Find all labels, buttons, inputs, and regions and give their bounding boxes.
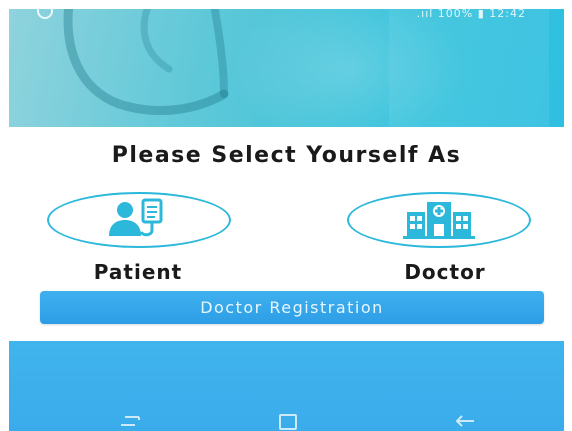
header-image: .ııl 100% ▮ 12:42 xyxy=(9,9,564,127)
patient-label[interactable]: Patient xyxy=(44,260,232,284)
page-title: Please Select Yourself As xyxy=(111,143,462,168)
sync-icon xyxy=(37,9,53,19)
home-icon[interactable] xyxy=(279,414,297,430)
patient-option[interactable] xyxy=(47,192,235,250)
bottom-panel xyxy=(9,341,564,431)
status-indicators: .ııl 100% ▮ 12:42 xyxy=(416,9,526,20)
status-bar: .ııl 100% ▮ 12:42 xyxy=(9,9,564,23)
doctor-option-circle[interactable] xyxy=(347,192,531,248)
doctor-option[interactable] xyxy=(347,192,535,250)
hospital-building-icon xyxy=(403,202,475,239)
recent-apps-icon[interactable] xyxy=(119,414,141,431)
doctor-registration-button[interactable]: Doctor Registration xyxy=(40,291,544,324)
doctor-label[interactable]: Doctor xyxy=(351,260,539,284)
back-arrow-icon[interactable] xyxy=(454,414,476,431)
stethoscope-image xyxy=(63,9,549,127)
patient-option-circle[interactable] xyxy=(47,192,231,248)
patient-iv-icon xyxy=(109,198,163,237)
app-screen: .ııl 100% ▮ 12:42 Please Select Yourself… xyxy=(9,9,564,431)
